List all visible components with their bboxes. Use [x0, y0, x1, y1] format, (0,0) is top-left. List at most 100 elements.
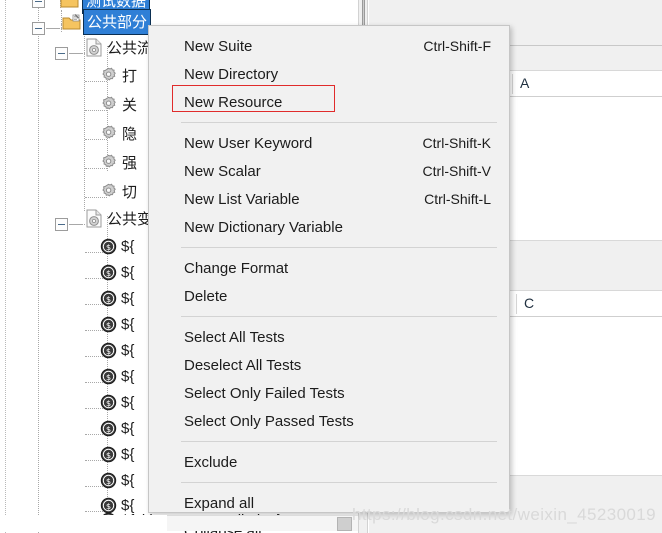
tree-node-label[interactable]: ${: [121, 420, 134, 437]
menu-separator: [181, 441, 497, 442]
menu-item-new-suite[interactable]: New Suite Ctrl-Shift-F: [149, 32, 509, 60]
menu-item-change-format[interactable]: Change Format: [149, 254, 509, 282]
tree-node-label[interactable]: 公共流: [107, 37, 152, 58]
svg-text:$: $: [106, 477, 111, 486]
application-window: 测试数据 公共部分 公共流 打 关 隐 强 切 公共变 $ ${$ ${$ …: [0, 0, 662, 533]
gear-icon: [100, 67, 117, 84]
variable-icon: $: [100, 290, 117, 307]
menu-item-label: New Scalar: [184, 162, 261, 180]
menu-item-accelerator: Ctrl-Shift-F: [423, 38, 491, 54]
tree-node-label[interactable]: ${: [121, 238, 134, 255]
menu-separator: [181, 247, 497, 248]
tree-expander[interactable]: [55, 218, 68, 231]
menu-item-label: Deselect All Tests: [184, 356, 302, 374]
tree-node-label[interactable]: ${: [121, 368, 134, 385]
tree-hscroll-track-left: [0, 515, 167, 531]
tree-node-label[interactable]: 关: [122, 94, 137, 115]
tree-node-label[interactable]: ${: [121, 290, 134, 307]
tree-horizontal-scrollbar[interactable]: [167, 515, 358, 531]
tree-row[interactable]: 打: [0, 60, 137, 90]
svg-text:$: $: [106, 295, 111, 304]
column-separator[interactable]: [516, 294, 517, 314]
column-header-c[interactable]: C: [524, 295, 534, 311]
menu-item-accelerator: Ctrl-Shift-V: [422, 163, 491, 179]
tree-node-label[interactable]: ${: [121, 394, 134, 411]
menu-item-label: New Resource: [184, 93, 283, 111]
tree-node-label[interactable]: ${: [121, 472, 134, 489]
gear-icon: [100, 154, 117, 171]
menu-separator: [181, 316, 497, 317]
tree-node-label[interactable]: ${: [121, 316, 134, 333]
tree-node-label-gonggongbufen[interactable]: 公共部分: [82, 9, 152, 35]
variable-icon: $: [100, 238, 117, 255]
svg-text:$: $: [106, 425, 111, 434]
tree-node-label[interactable]: 强: [122, 152, 137, 173]
menu-item-delete[interactable]: Delete: [149, 282, 509, 310]
menu-item-exclude[interactable]: Exclude: [149, 448, 509, 476]
svg-text:$: $: [106, 373, 111, 382]
menu-item-label: Select Only Passed Tests: [184, 412, 354, 430]
menu-item-label: New User Keyword: [184, 134, 313, 152]
column-header-a[interactable]: A: [520, 75, 529, 91]
tree-node-label[interactable]: 切: [122, 181, 137, 202]
tree-row[interactable]: 切: [0, 176, 137, 206]
scrollbar-thumb[interactable]: [337, 517, 352, 531]
menu-item-new-dictionary-variable[interactable]: New Dictionary Variable: [149, 213, 509, 241]
menu-item-label: Delete: [184, 287, 228, 305]
tree-node-label[interactable]: ${: [121, 342, 134, 359]
tree-expander[interactable]: [55, 47, 68, 60]
tree-node-label[interactable]: 公共变: [107, 208, 152, 229]
tree-row[interactable]: 强: [0, 147, 137, 177]
tree-row[interactable]: 关: [0, 89, 137, 119]
svg-text:$: $: [106, 399, 111, 408]
variable-icon: $: [100, 446, 117, 463]
tree-row[interactable]: 公共变: [0, 203, 152, 233]
menu-item-expand-all[interactable]: Expand all: [149, 489, 509, 517]
variable-icon: $: [100, 472, 117, 489]
menu-item-label: Expand all: [184, 494, 255, 512]
menu-item-accelerator: Ctrl-Shift-K: [422, 135, 491, 151]
svg-text:$: $: [106, 321, 111, 330]
variable-icon: $: [100, 342, 117, 359]
tree-guide-h: [46, 28, 62, 29]
variable-icon: $: [100, 394, 117, 411]
menu-item-new-scalar[interactable]: New Scalar Ctrl-Shift-V: [149, 157, 509, 185]
menu-item-label: New Directory: [184, 65, 279, 83]
tree-top-clip: [28, 0, 158, 8]
tree-node-label[interactable]: 隐: [122, 123, 137, 144]
tree-guide-h: [69, 53, 85, 54]
tree-context-menu[interactable]: New Suite Ctrl-Shift-F New Directory New…: [148, 25, 510, 533]
tree-row[interactable]: 公共流: [0, 32, 152, 62]
menu-item-select-only-failed-tests[interactable]: Select Only Failed Tests: [149, 379, 509, 407]
variable-icon: $: [100, 264, 117, 281]
svg-text:$: $: [106, 451, 111, 460]
menu-item-accelerator: Ctrl-Shift-L: [424, 191, 491, 207]
variable-icon: $: [100, 316, 117, 333]
menu-item-label: Select All Tests: [184, 328, 285, 346]
gear-icon: [100, 183, 117, 200]
menu-item-new-resource[interactable]: New Resource: [149, 88, 509, 116]
tree-node-label[interactable]: ${: [121, 264, 134, 281]
tree-node-label[interactable]: 打: [122, 65, 137, 86]
menu-item-label: New List Variable: [184, 190, 300, 208]
gear-icon: [100, 125, 117, 142]
resource-folder-icon: [62, 14, 81, 30]
gear-file-icon: [85, 38, 103, 57]
menu-separator: [181, 122, 497, 123]
menu-item-new-list-variable[interactable]: New List Variable Ctrl-Shift-L: [149, 185, 509, 213]
tree-row[interactable]: 隐: [0, 118, 137, 148]
tree-node-label[interactable]: ${: [121, 446, 134, 463]
menu-item-select-only-passed-tests[interactable]: Select Only Passed Tests: [149, 407, 509, 435]
menu-item-label: New Dictionary Variable: [184, 218, 343, 236]
menu-item-label: Change Format: [184, 259, 289, 277]
gear-file-icon: [85, 209, 103, 228]
menu-item-deselect-all-tests[interactable]: Deselect All Tests: [149, 351, 509, 379]
menu-item-new-directory[interactable]: New Directory: [149, 60, 509, 88]
menu-item-select-all-tests[interactable]: Select All Tests: [149, 323, 509, 351]
menu-separator: [181, 482, 497, 483]
menu-item-label: Select Only Failed Tests: [184, 384, 345, 402]
menu-item-new-user-keyword[interactable]: New User Keyword Ctrl-Shift-K: [149, 129, 509, 157]
column-separator[interactable]: [512, 74, 513, 94]
svg-text:$: $: [106, 269, 111, 278]
svg-text:$: $: [106, 243, 111, 252]
